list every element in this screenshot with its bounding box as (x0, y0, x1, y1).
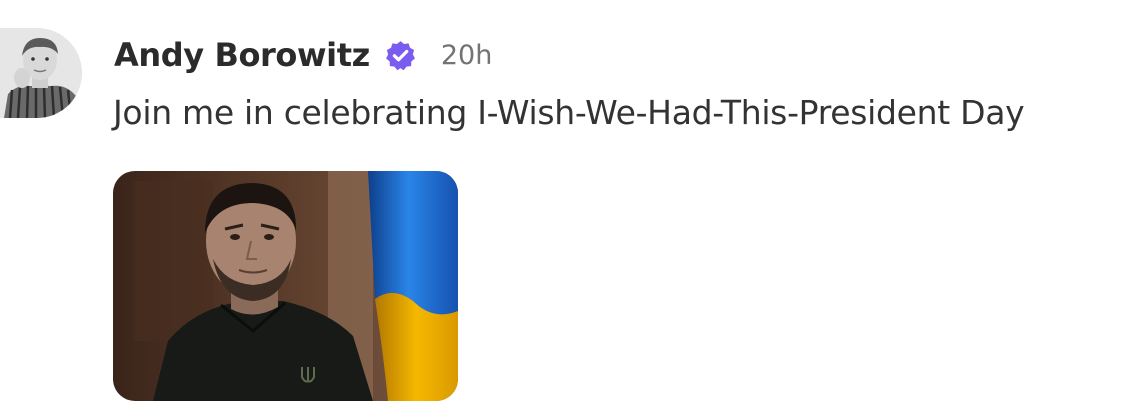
author-name[interactable]: Andy Borowitz (114, 36, 370, 74)
avatar-photo (0, 28, 82, 118)
verified-badge-icon (384, 39, 417, 72)
media-photo (113, 171, 458, 401)
post-text: Join me in celebrating I-Wish-We-Had-Thi… (113, 93, 1025, 132)
post-card: Andy Borowitz 20h Join me in celebrating… (0, 0, 1128, 416)
author-avatar[interactable] (0, 28, 82, 118)
post-image[interactable] (113, 171, 458, 401)
post-timestamp[interactable]: 20h (441, 40, 492, 71)
post-header: Andy Borowitz 20h (114, 33, 492, 77)
